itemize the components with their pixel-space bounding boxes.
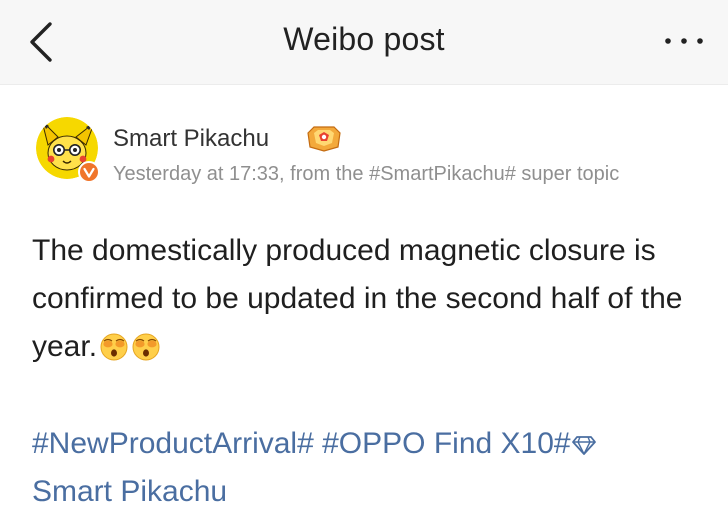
gem-icon — [571, 436, 596, 455]
shocked-face-emoji — [132, 333, 160, 361]
post-card: Smart Pikachu Yesterday at 17:33, from t… — [0, 85, 728, 527]
post-meta: Yesterday at 17:33, from the #SmartPikac… — [113, 163, 620, 185]
verified-badge-icon — [78, 161, 100, 183]
post-body: The domestically produced magnetic closu… — [32, 227, 712, 371]
more-options-icon[interactable] — [662, 26, 706, 56]
topic-links: #NewProductArrival# #OPPO Find X10# Smar… — [32, 420, 712, 516]
shocked-face-emoji — [100, 333, 128, 361]
top-navigation-bar: Weibo post — [0, 0, 728, 85]
page-title: Weibo post — [283, 21, 445, 57]
topic-link-new-product-arrival[interactable]: #NewProductArrival# — [32, 427, 314, 460]
post-text: The domestically produced magnetic closu… — [32, 234, 683, 363]
fan-badge-icon[interactable] — [304, 123, 344, 153]
topic-link-oppo-find-x10[interactable]: #OPPO Find X10# — [322, 427, 570, 460]
author-name[interactable]: Smart Pikachu — [113, 125, 269, 153]
supertopic-link[interactable]: Smart Pikachu — [32, 475, 227, 508]
